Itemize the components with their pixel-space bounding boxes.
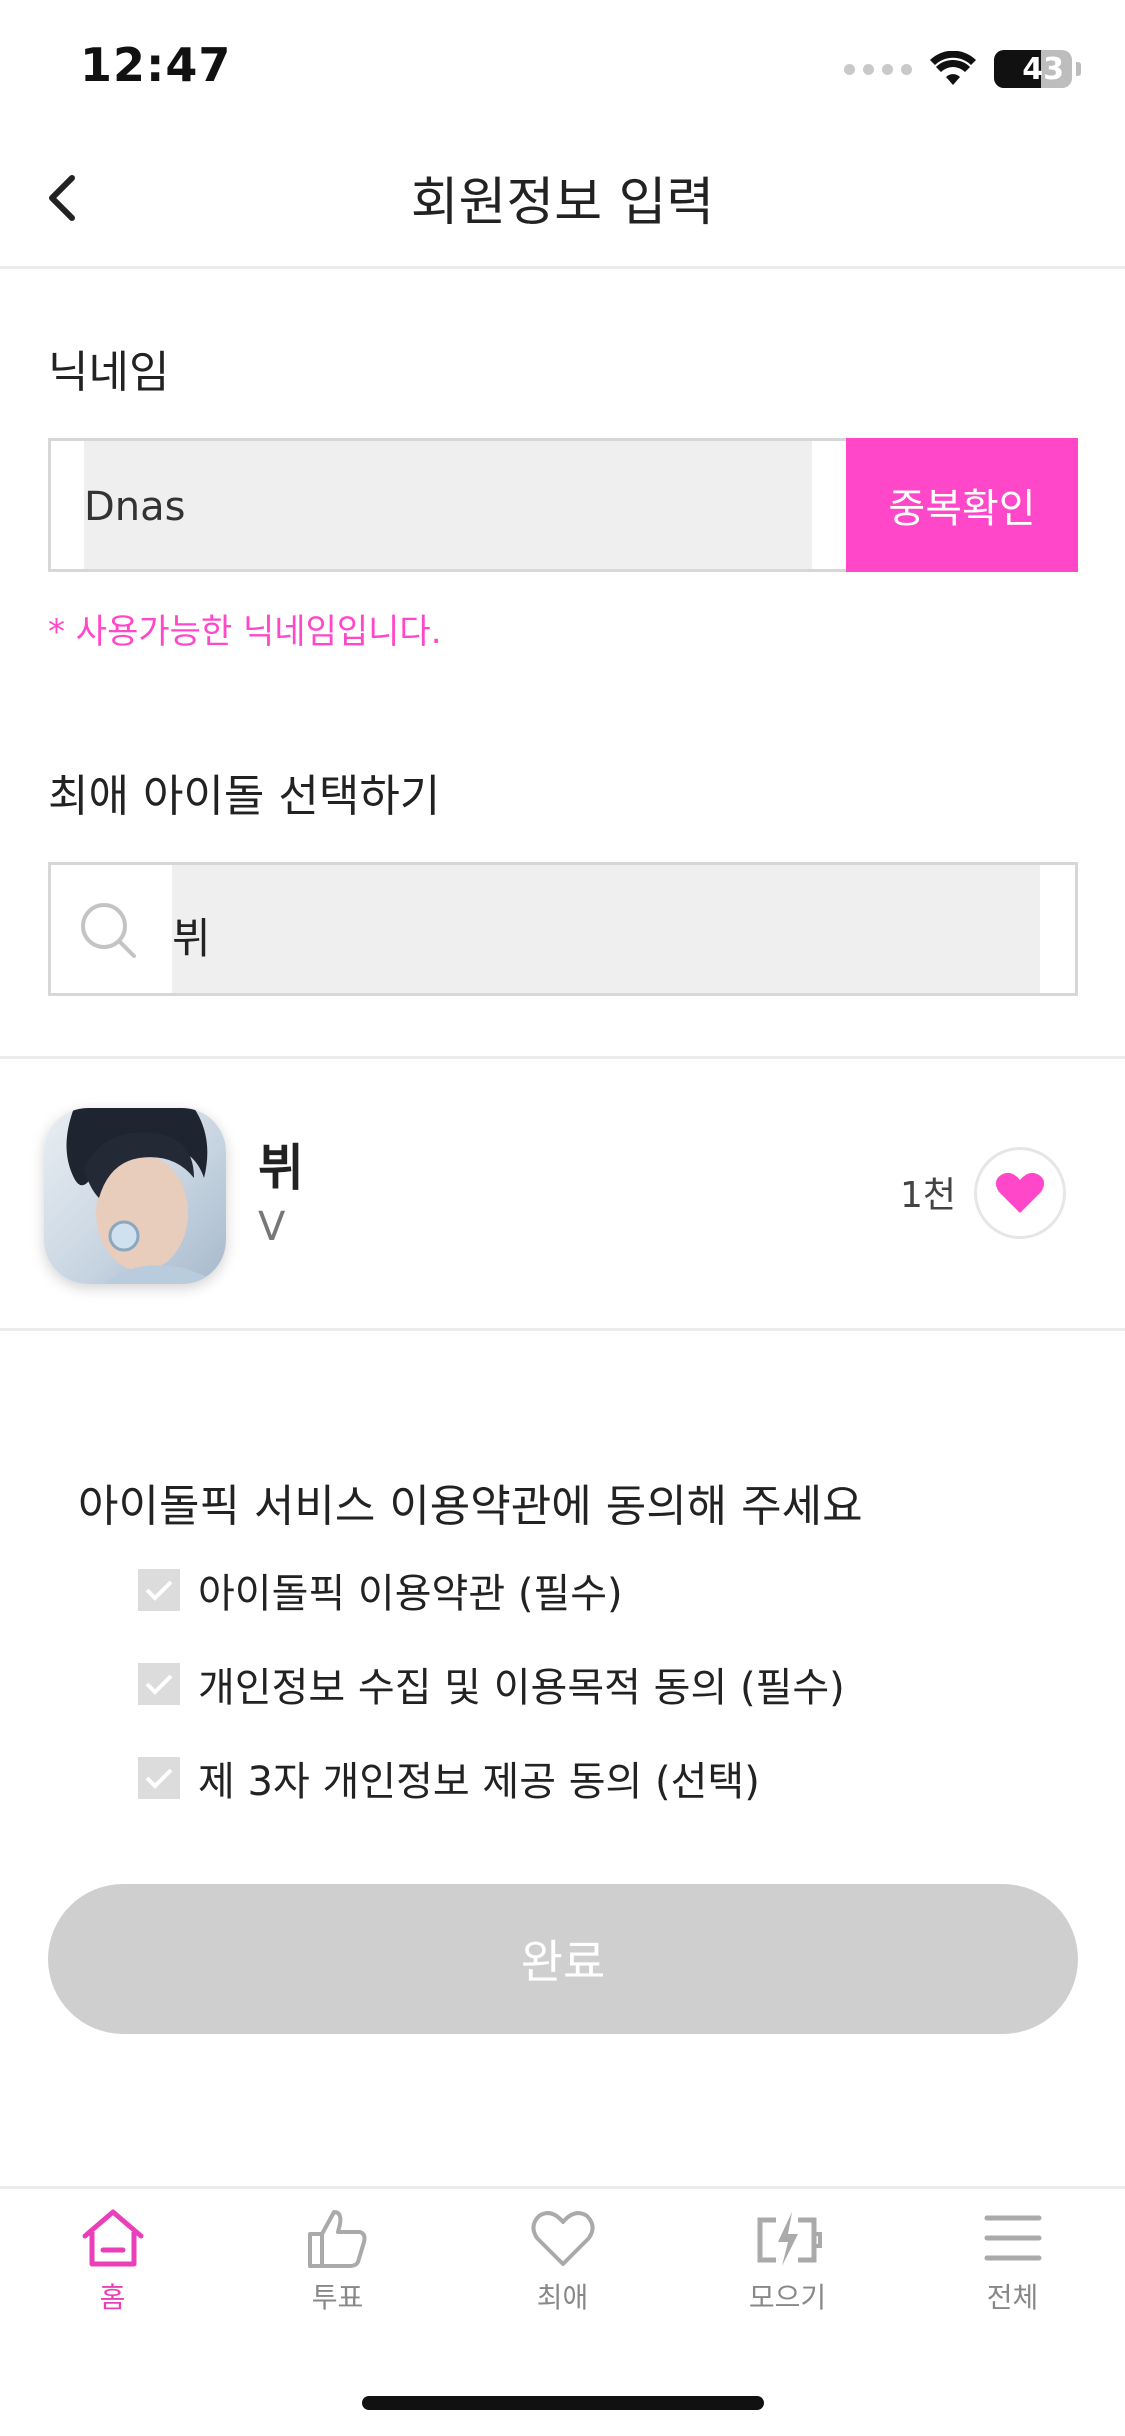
cellular-signal-icon <box>844 63 912 75</box>
search-icon <box>81 903 136 958</box>
page-title: 회원정보 입력 <box>410 173 715 233</box>
charge-icon <box>757 2212 822 2266</box>
tab-all[interactable]: 전체 <box>900 2206 1125 2316</box>
nickname-label: 닉네임 <box>48 347 170 398</box>
term-checkbox[interactable] <box>138 1569 180 1611</box>
duplicate-check-button[interactable]: 중복확인 <box>846 438 1078 572</box>
tab-vote[interactable]: 투표 <box>225 2206 450 2316</box>
wifi-icon <box>930 51 976 85</box>
header-divider <box>0 266 1125 269</box>
terms-title: 아이돌픽 서비스 이용약관에 동의해 주세요 <box>78 1481 863 1532</box>
thumbs-up-icon <box>307 2210 366 2268</box>
tab-label: 전체 <box>986 2281 1039 2314</box>
menu-icon <box>984 2215 1041 2261</box>
tab-home[interactable]: 홈 <box>0 2206 225 2316</box>
idol-vote-count: 1천 <box>900 1175 957 1216</box>
tab-label: 투표 <box>311 2281 364 2314</box>
favorite-button[interactable] <box>974 1147 1066 1239</box>
term-item-privacy[interactable]: 개인정보 수집 및 이용목적 동의 (필수) <box>138 1654 845 1714</box>
term-item-third-party[interactable]: 제 3자 개인정보 제공 동의 (선택) <box>138 1748 760 1808</box>
check-icon <box>145 1768 173 1789</box>
nickname-input[interactable]: Dnas <box>84 484 186 530</box>
tab-label: 모으기 <box>748 2281 827 2314</box>
term-item-service[interactable]: 아이돌픽 이용약관 (필수) <box>138 1560 623 1620</box>
term-label: 아이돌픽 이용약관 (필수) <box>198 1571 623 1617</box>
complete-button[interactable]: 완료 <box>48 1884 1078 2034</box>
tab-label: 홈 <box>99 2281 126 2314</box>
heart-outline-icon <box>531 2211 594 2266</box>
term-checkbox[interactable] <box>138 1757 180 1799</box>
term-label: 개인정보 수집 및 이용목적 동의 (필수) <box>198 1665 845 1711</box>
battery-icon: 43 <box>994 50 1072 88</box>
status-indicators: 43 <box>844 44 1081 94</box>
battery-level: 43 <box>1022 51 1064 87</box>
home-indicator <box>362 2396 764 2410</box>
status-time: 12:47 <box>80 38 232 92</box>
heart-icon <box>995 1172 1045 1213</box>
check-icon <box>145 1674 173 1695</box>
idol-photo <box>66 1108 226 1284</box>
nickname-field-background <box>84 441 812 569</box>
idol-avatar <box>44 1108 226 1284</box>
home-icon <box>82 2209 143 2267</box>
idol-search-field-background <box>172 865 1040 993</box>
search-divider <box>0 1056 1125 1059</box>
result-divider <box>0 1328 1125 1331</box>
idol-search-label: 최애 아이돌 선택하기 <box>48 771 441 822</box>
idol-name: 뷔 <box>258 1139 304 1197</box>
tab-favorite[interactable]: 최애 <box>450 2206 675 2316</box>
tab-collect[interactable]: 모으기 <box>675 2206 900 2316</box>
tab-label: 최애 <box>536 2281 589 2314</box>
check-icon <box>145 1580 173 1601</box>
idol-search-input[interactable]: 뷔 <box>172 905 211 966</box>
nickname-status-message: * 사용가능한 닉네임입니다. <box>48 612 442 652</box>
term-label: 제 3자 개인정보 제공 동의 (선택) <box>198 1759 760 1805</box>
term-checkbox[interactable] <box>138 1663 180 1705</box>
idol-english-name: V <box>258 1204 286 1250</box>
